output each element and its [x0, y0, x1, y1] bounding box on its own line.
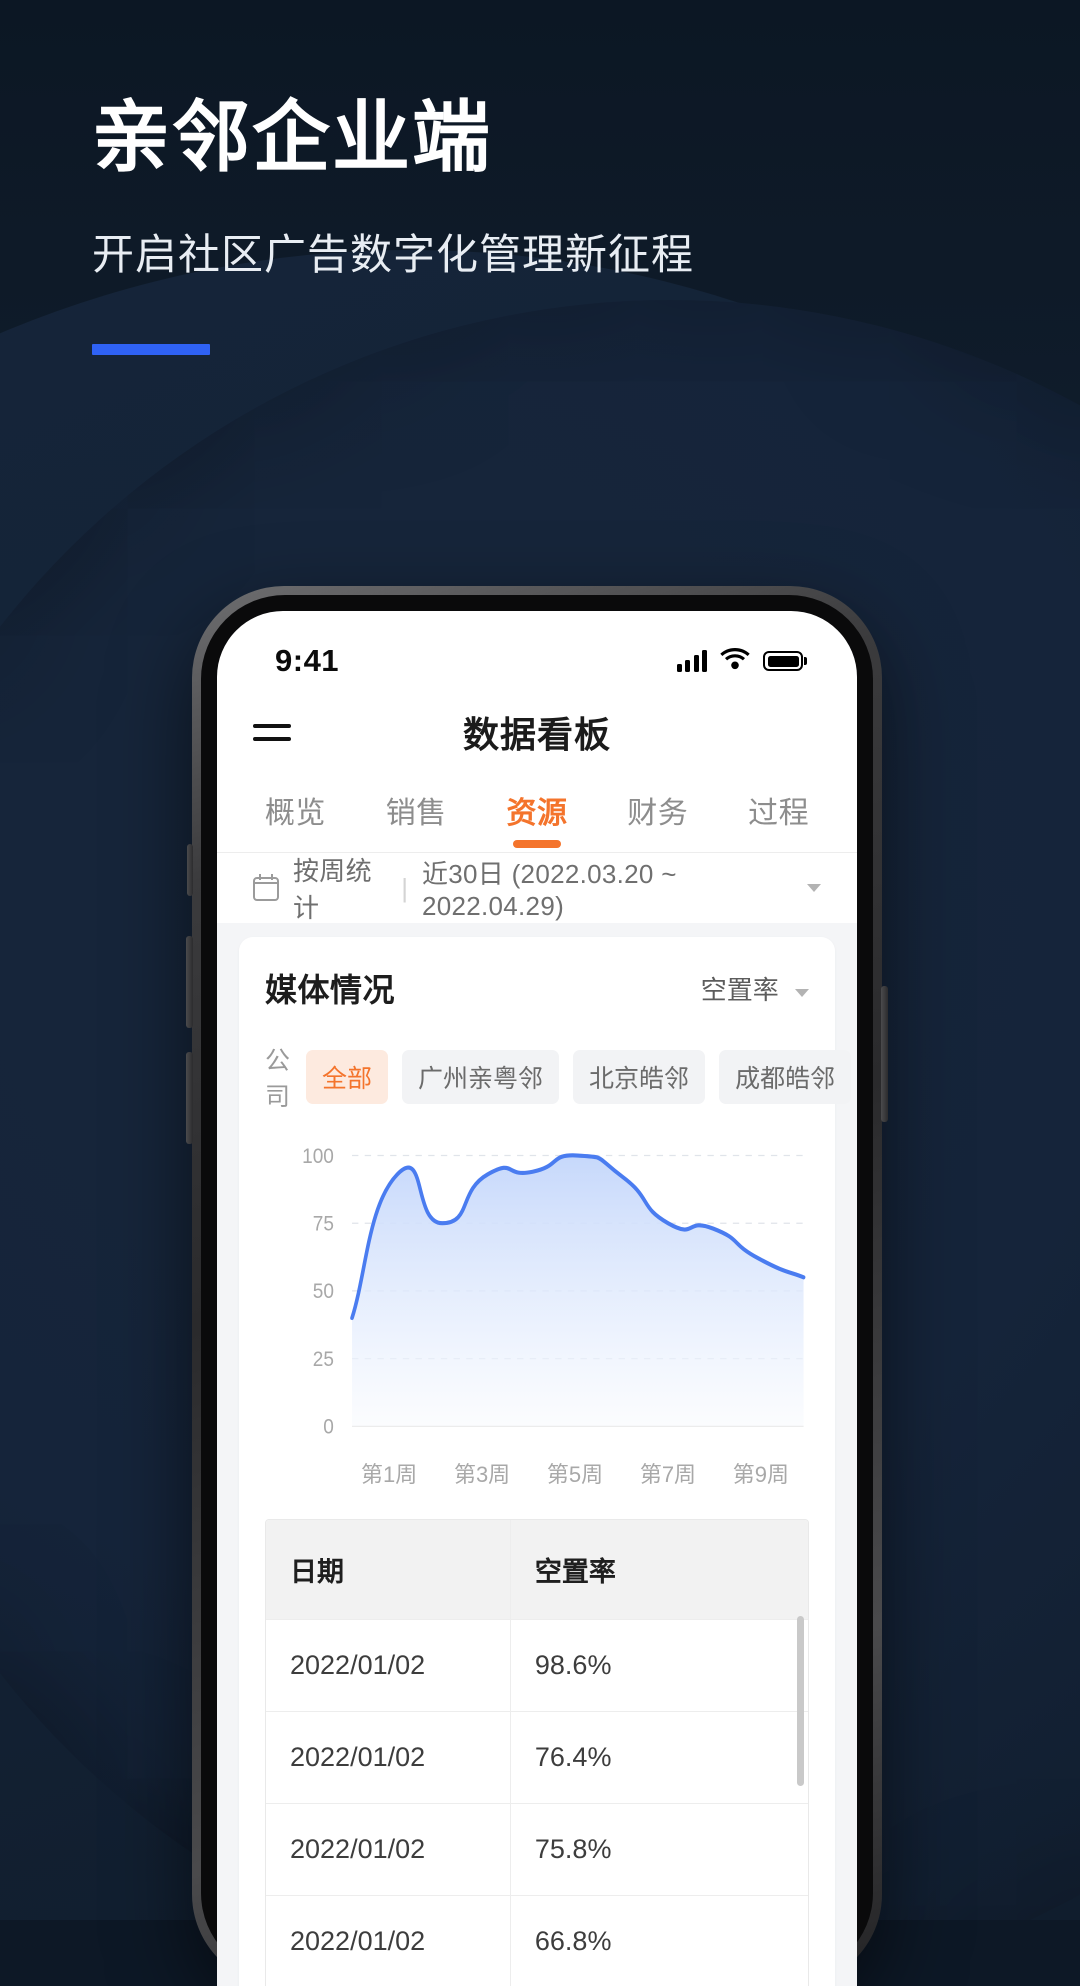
- promo-subheadline: 开启社区广告数字化管理新征程: [92, 231, 695, 279]
- promo-headline: 亲邻企业端: [92, 93, 493, 181]
- table-cell-vacancy: 75.8%: [509, 1804, 808, 1895]
- chart-xtick: 第9周: [732, 1462, 789, 1487]
- media-situation-card: 媒体情况 空置率 公司 全部 广州亲粤邻 北京皓邻 成都皓邻 0 25 50 7…: [239, 937, 852, 1986]
- phone-volume-up-button: [186, 936, 193, 1028]
- tab-resources[interactable]: 资源: [506, 788, 567, 852]
- chevron-down-icon[interactable]: [807, 884, 821, 892]
- promo-accent-rule: [92, 344, 210, 356]
- date-filter-bar[interactable]: 按周统计 | 近30日 (2022.03.20 ~ 2022.04.29): [217, 853, 857, 923]
- chart-xtick: 第3周: [453, 1462, 511, 1487]
- tab-bar: 概览 销售 资源 财务 过程: [217, 775, 857, 853]
- status-bar-icons: [676, 647, 803, 675]
- dashboard-content: 媒体情况 空置率 公司 全部 广州亲粤邻 北京皓邻 成都皓邻 0 25 50 7…: [217, 923, 857, 1986]
- promo-text-block: 亲邻企业端 开启社区广告数字化管理新征程: [92, 93, 695, 356]
- battery-icon: [763, 651, 803, 671]
- status-bar: 9:41: [217, 611, 857, 689]
- wifi-icon: [720, 647, 750, 675]
- app-navbar: 数据看板: [217, 689, 857, 775]
- phone-power-button: [881, 986, 888, 1122]
- phone-volume-down-button: [186, 1052, 193, 1144]
- company-filter-label: 公司: [265, 1047, 291, 1111]
- vacancy-rate-table: 日期 空置率 2022/01/02 98.6% 2022/01/02 76.4%…: [265, 1519, 809, 1986]
- hamburger-menu-icon[interactable]: [253, 723, 291, 741]
- table-scrollbar-thumb[interactable]: [797, 1616, 804, 1786]
- date-range-label[interactable]: 近30日 (2022.03.20 ~ 2022.04.29): [422, 854, 784, 922]
- tab-finance[interactable]: 财务: [627, 788, 688, 852]
- chart-xtick: 第1周: [361, 1462, 418, 1487]
- chevron-down-icon: [795, 988, 809, 997]
- vacancy-rate-area-chart: 0 25 50 75 100: [265, 1139, 809, 1449]
- chart-y-tick-labels: 0 25 50 75 100: [302, 1145, 334, 1439]
- chart-area-fill: [352, 1155, 804, 1427]
- metric-dropdown-label: 空置率: [700, 974, 779, 1005]
- chart-xtick: 第7周: [639, 1462, 697, 1487]
- metric-dropdown[interactable]: 空置率: [701, 970, 809, 1007]
- status-bar-time: 9:41: [275, 643, 340, 678]
- page-title: 数据看板: [462, 714, 611, 755]
- table-header-row: 日期 空置率: [266, 1520, 808, 1619]
- granularity-label[interactable]: 按周统计: [293, 851, 387, 925]
- phone-screen: 9:41 数据看板 概览 销售 资源 财务 过程 按周统计 | 近30日 (20…: [217, 611, 857, 1986]
- table-cell-vacancy: 76.4%: [509, 1712, 808, 1803]
- table-cell-vacancy: 66.8%: [509, 1896, 808, 1986]
- svg-text:100: 100: [302, 1145, 334, 1168]
- company-filter-row: 公司 全部 广州亲粤邻 北京皓邻 成都皓邻: [265, 1041, 852, 1113]
- signal-bars-icon: [676, 650, 707, 672]
- table-cell-date: 2022/01/02: [290, 1834, 426, 1864]
- phone-mute-switch: [187, 844, 193, 896]
- card-header: 媒体情况 空置率: [265, 965, 809, 1011]
- tab-overview[interactable]: 概览: [265, 788, 326, 852]
- svg-text:25: 25: [313, 1348, 334, 1371]
- filter-separator: |: [401, 872, 408, 903]
- svg-text:0: 0: [323, 1415, 334, 1438]
- svg-text:75: 75: [313, 1212, 334, 1235]
- card-title: 媒体情况: [265, 972, 396, 1008]
- table-cell-date: 2022/01/02: [290, 1742, 426, 1772]
- table-row[interactable]: 2022/01/02 66.8%: [266, 1895, 808, 1986]
- svg-text:50: 50: [313, 1280, 334, 1303]
- chart-x-tick-labels: 第1周 第3周 第5周 第7周 第9周: [265, 1449, 801, 1489]
- tab-process[interactable]: 过程: [748, 788, 809, 852]
- table-row[interactable]: 2022/01/02 75.8%: [266, 1803, 808, 1895]
- phone-mockup: 9:41 数据看板 概览 销售 资源 财务 过程 按周统计 | 近30日 (20…: [186, 586, 888, 1986]
- chart-xtick: 第5周: [546, 1462, 604, 1487]
- calendar-icon: [253, 874, 279, 901]
- table-cell-date: 2022/01/02: [290, 1650, 426, 1680]
- table-column-header-date: 日期: [290, 1557, 344, 1587]
- company-chip-guangzhou[interactable]: 广州亲粤邻: [402, 1050, 560, 1104]
- table-cell-vacancy: 98.6%: [509, 1620, 808, 1711]
- table-row[interactable]: 2022/01/02 76.4%: [266, 1711, 808, 1803]
- company-chip-all[interactable]: 全部: [306, 1050, 389, 1104]
- company-chip-beijing[interactable]: 北京皓邻: [573, 1050, 706, 1104]
- table-column-header-vacancy: 空置率: [509, 1520, 808, 1619]
- table-cell-date: 2022/01/02: [290, 1926, 426, 1956]
- table-row[interactable]: 2022/01/02 98.6%: [266, 1619, 808, 1711]
- tab-sales[interactable]: 销售: [386, 788, 447, 852]
- company-chip-chengdu[interactable]: 成都皓邻: [719, 1050, 852, 1104]
